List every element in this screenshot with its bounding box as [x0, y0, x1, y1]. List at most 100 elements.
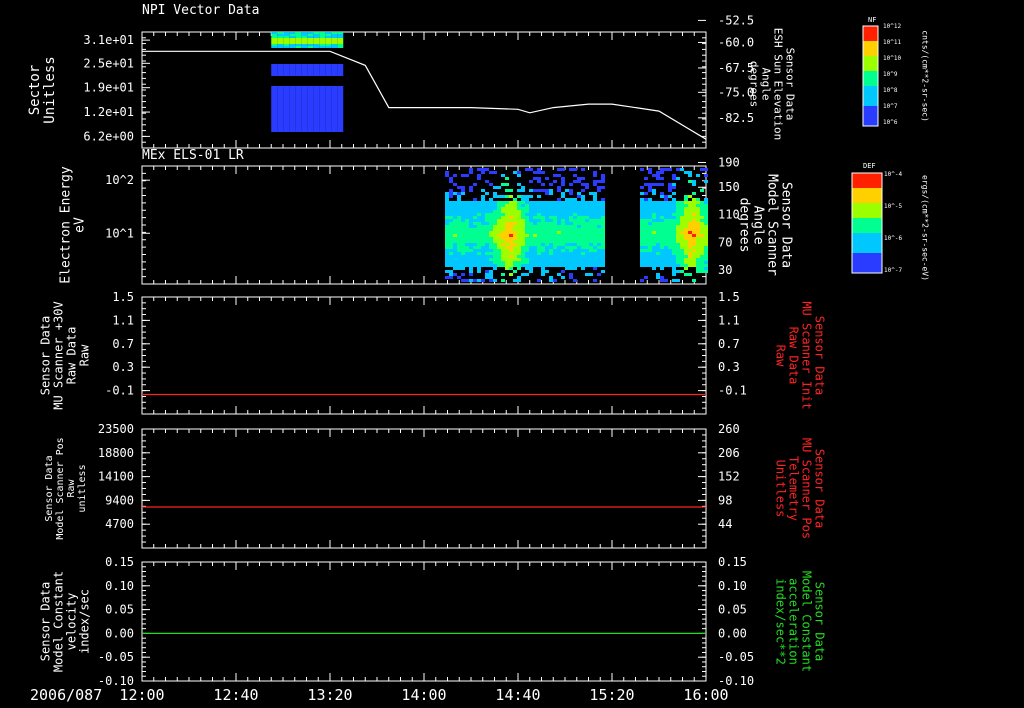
heatmap-cell — [509, 267, 513, 270]
heatmap-cell — [680, 237, 684, 240]
heatmap-cell — [704, 243, 708, 246]
heatmap-cell — [271, 102, 278, 104]
heatmap-cell — [453, 219, 457, 222]
heatmap-cell — [640, 240, 644, 243]
heatmap-cell — [337, 108, 344, 110]
heatmap-cell — [680, 228, 684, 231]
heatmap-cell — [313, 74, 320, 76]
heatmap-cell — [585, 213, 589, 216]
axis-title-line: Sensor Data — [813, 582, 827, 661]
axis-title-line: acceleration — [787, 578, 801, 665]
heatmap-cell — [664, 228, 668, 231]
heatmap-cell — [644, 237, 648, 240]
axis-title-line: Sensor Data — [39, 582, 53, 661]
heatmap-cell — [295, 36, 302, 38]
heatmap-cell — [517, 213, 521, 216]
heatmap-cell — [561, 243, 565, 246]
heatmap-cell — [585, 234, 589, 237]
heatmap-cell — [700, 201, 704, 204]
heatmap-cell — [325, 102, 332, 104]
heatmap-cell — [489, 204, 493, 207]
heatmap-cell — [307, 72, 314, 74]
heatmap-cell — [513, 234, 517, 237]
heatmap-cell — [561, 207, 565, 210]
heatmap-cell — [668, 189, 672, 192]
heatmap-cell — [640, 252, 644, 255]
heatmap-cell — [509, 246, 513, 249]
heatmap-cell — [545, 255, 549, 258]
heatmap-cell — [319, 110, 326, 112]
heatmap-cell — [688, 255, 692, 258]
heatmap-cell — [597, 252, 601, 255]
heatmap-cell — [537, 210, 541, 213]
heatmap-cell — [501, 183, 505, 186]
heatmap-cell — [557, 168, 561, 171]
heatmap-cell — [307, 46, 314, 48]
heatmap-cell — [473, 213, 477, 216]
heatmap-cell — [569, 267, 573, 270]
heatmap-cell — [513, 240, 517, 243]
heatmap-cell — [676, 240, 680, 243]
heatmap-cell — [561, 246, 565, 249]
heatmap-cell — [509, 204, 513, 207]
heatmap-cell — [301, 122, 308, 124]
heatmap-cell — [453, 240, 457, 243]
heatmap-cell — [465, 264, 469, 267]
heatmap-cell — [277, 34, 284, 36]
heatmap-cell — [573, 237, 577, 240]
heatmap-cell — [561, 183, 565, 186]
heatmap-cell — [289, 86, 296, 88]
heatmap-cell — [668, 261, 672, 264]
heatmap-cell — [517, 249, 521, 252]
heatmap-cell — [325, 34, 332, 36]
heatmap-cell — [325, 90, 332, 92]
heatmap-cell — [509, 243, 513, 246]
heatmap-cell — [301, 70, 308, 72]
heatmap-cell — [271, 94, 278, 96]
heatmap-cell — [700, 255, 704, 258]
heatmap-cell — [313, 100, 320, 102]
heatmap-cell — [569, 213, 573, 216]
heatmap-cell — [557, 210, 561, 213]
heatmap-cell — [585, 237, 589, 240]
heatmap-cell — [277, 92, 284, 94]
heatmap-cell — [676, 255, 680, 258]
heatmap-cell — [525, 243, 529, 246]
heatmap-cell — [509, 219, 513, 222]
heatmap-cell — [319, 36, 326, 38]
heatmap-cell — [545, 264, 549, 267]
heatmap-cell — [664, 243, 668, 246]
heatmap-cell — [271, 128, 278, 130]
heatmap-cell — [656, 240, 660, 243]
heatmap-cell — [485, 270, 489, 273]
heatmap-cell — [545, 189, 549, 192]
heatmap-cell — [660, 240, 664, 243]
heatmap-cell — [277, 38, 284, 40]
heatmap-cell — [283, 112, 290, 114]
heatmap-cell — [573, 198, 577, 201]
heatmap-cell — [493, 249, 497, 252]
heatmap-cell — [676, 228, 680, 231]
heatmap-cell — [289, 122, 296, 124]
heatmap-cell — [561, 168, 565, 171]
heatmap-cell — [644, 234, 648, 237]
heatmap-cell — [485, 252, 489, 255]
heatmap-cell — [704, 198, 708, 201]
heatmap-cell — [319, 128, 326, 130]
heatmap-cell — [501, 222, 505, 225]
heatmap-cell — [676, 243, 680, 246]
heatmap-cell — [569, 255, 573, 258]
heatmap-cell — [277, 90, 284, 92]
heatmap-cell — [529, 267, 533, 270]
heatmap-cell — [561, 219, 565, 222]
heatmap-cell — [573, 243, 577, 246]
heatmap-cell — [337, 72, 344, 74]
heatmap-cell — [569, 261, 573, 264]
heatmap-cell — [513, 198, 517, 201]
heatmap-cell — [307, 34, 314, 36]
heatmap-cell — [585, 258, 589, 261]
heatmap-cell — [593, 231, 597, 234]
heatmap-cell — [581, 252, 585, 255]
heatmap-cell — [545, 249, 549, 252]
heatmap-cell — [525, 231, 529, 234]
